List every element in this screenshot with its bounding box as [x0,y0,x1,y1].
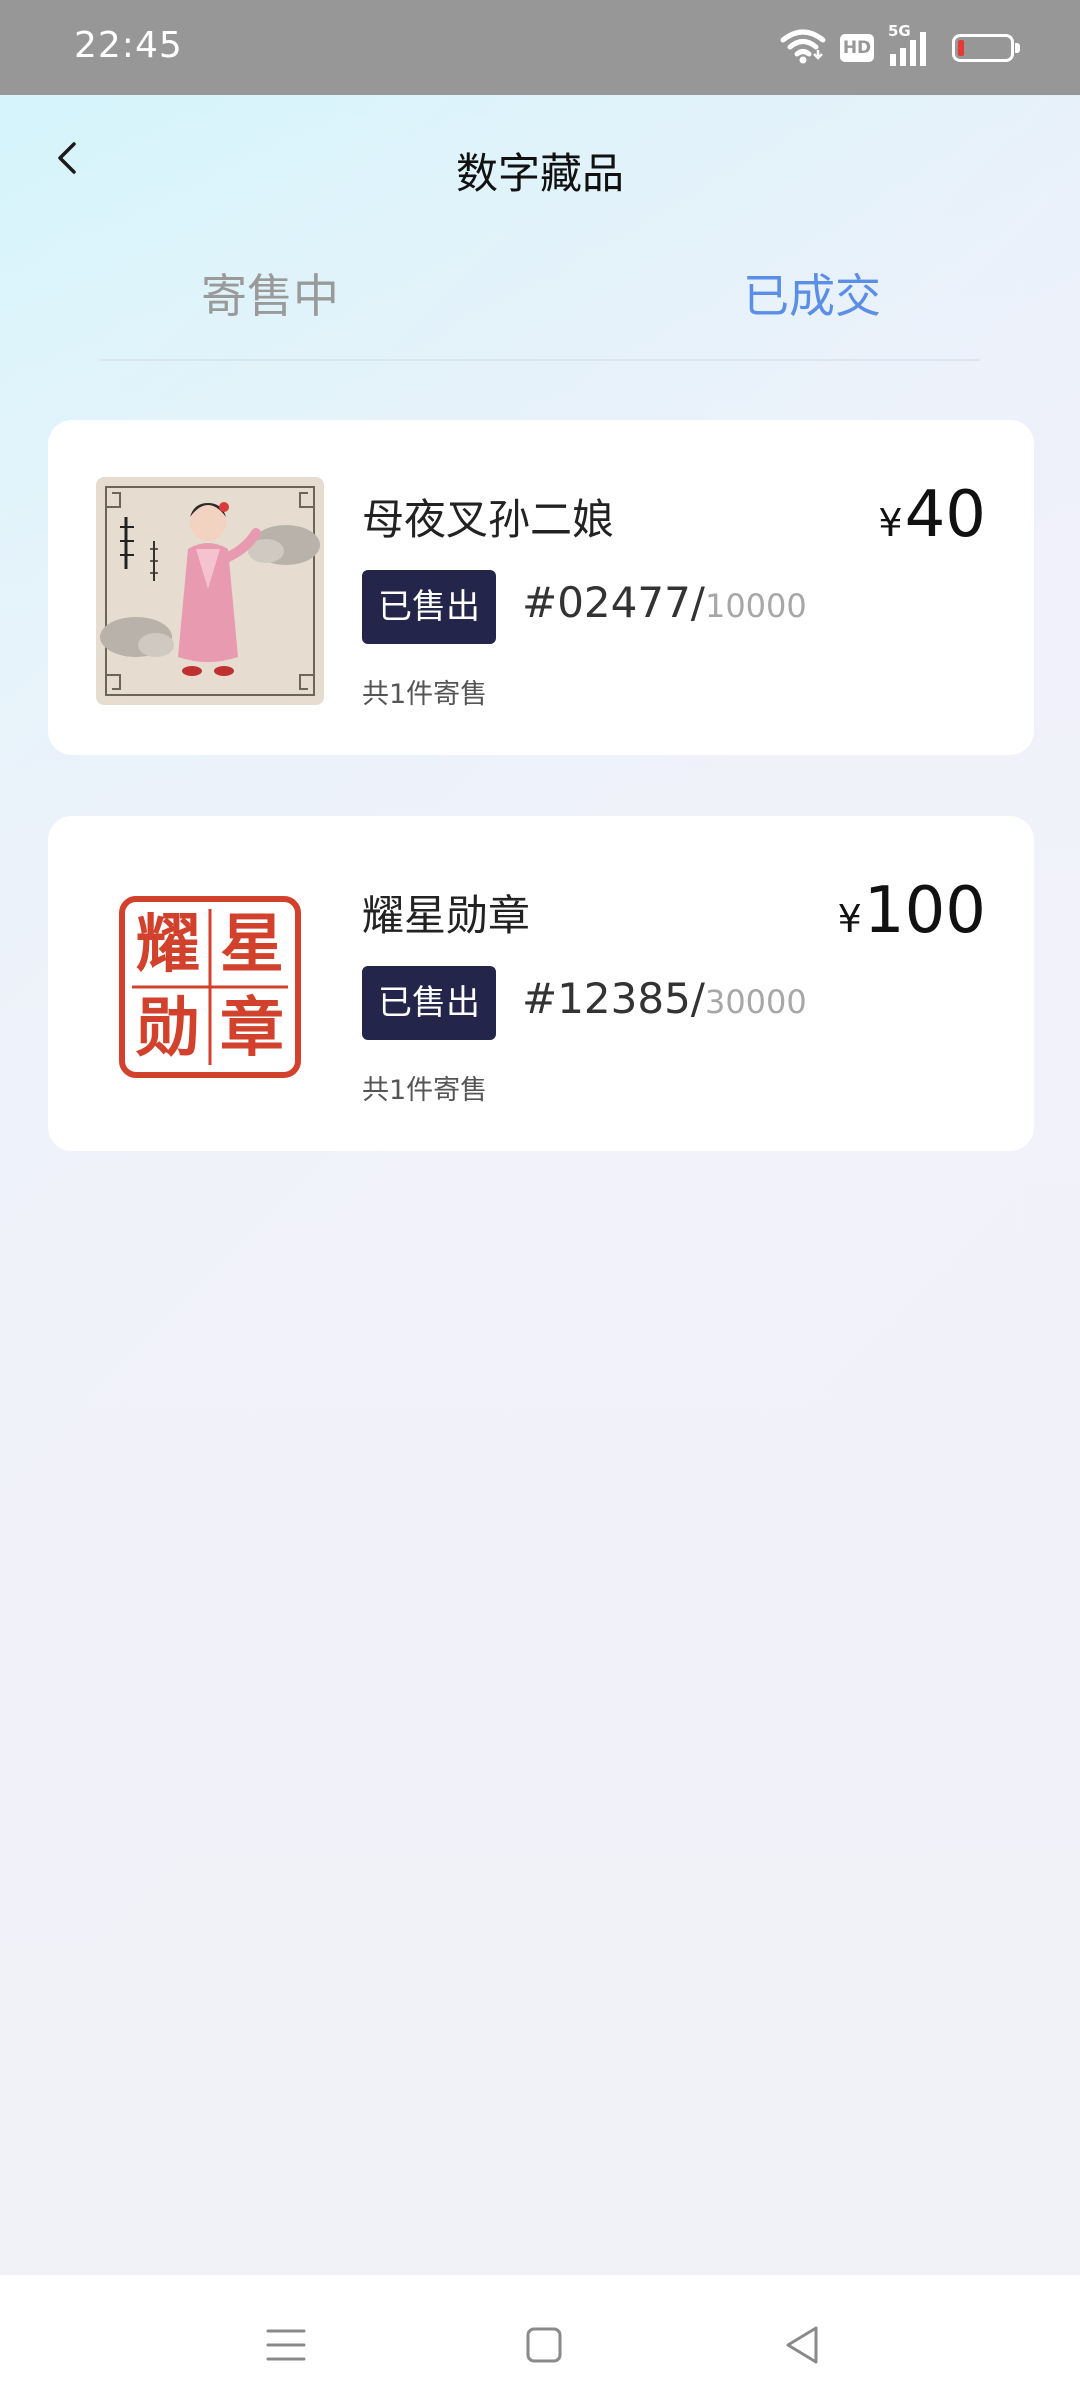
collectible-thumbnail [96,477,324,705]
battery-icon [952,34,1020,62]
price-currency: ¥ [837,897,862,941]
collectible-thumbnail: 耀 星 勋 章 [96,873,324,1101]
nav-back-button[interactable] [762,2305,842,2385]
serial-total: 10000 [704,587,807,625]
seal-char-4: 章 [220,991,284,1066]
nav-menu-button[interactable] [246,2305,326,2385]
collectible-price: ¥100 [838,874,986,948]
signal-icon: 5G [888,22,934,68]
collectible-card[interactable]: 耀 星 勋 章 耀星勋章 ¥100 已售出 #12385/30000 共1件寄售 [48,816,1034,1151]
serial-number: #12385/30000 [522,974,807,1023]
back-triangle-icon [786,2326,818,2364]
serial-number-value: #02477/ [522,578,705,627]
status-bar: 22:45 HD 5G [0,0,1080,95]
serial-number: #02477/10000 [522,578,807,627]
serial-total: 30000 [704,983,807,1021]
price-value: 100 [863,874,986,948]
listing-count: 共1件寄售 [362,679,488,710]
price-value: 40 [904,478,986,552]
battery-level [958,40,964,56]
seal-char-3: 勋 [136,991,200,1066]
status-badge: 已售出 [362,570,496,644]
status-badge: 已售出 [362,966,496,1040]
system-navigation-bar [0,2275,1080,2408]
status-icons: HD 5G [780,22,1020,70]
home-square-icon [526,2327,562,2363]
menu-icon [266,2329,306,2361]
price-currency: ¥ [878,501,903,545]
seal-char-1: 耀 [136,907,200,982]
collectible-price: ¥40 [878,478,986,552]
collectible-name: 母夜叉孙二娘 [362,495,615,544]
hd-badge: HD [840,34,874,62]
status-time: 22:45 [74,25,183,66]
nav-home-button[interactable] [504,2305,584,2385]
seal-char-2: 星 [220,907,284,982]
collectible-card[interactable]: 母夜叉孙二娘 ¥40 已售出 #02477/10000 共1件寄售 [48,420,1034,755]
page-title: 数字藏品 [455,149,624,198]
serial-number-value: #12385/ [522,974,705,1023]
tab-sold[interactable]: 已成交 [662,260,962,326]
collectible-name: 耀星勋章 [362,891,531,940]
listing-count: 共1件寄售 [362,1075,488,1106]
tab-divider [100,359,980,361]
wifi-icon [780,28,826,68]
tab-consigning[interactable]: 寄售中 [120,260,420,326]
tab-bar: 寄售中 已成交 [0,260,1080,360]
